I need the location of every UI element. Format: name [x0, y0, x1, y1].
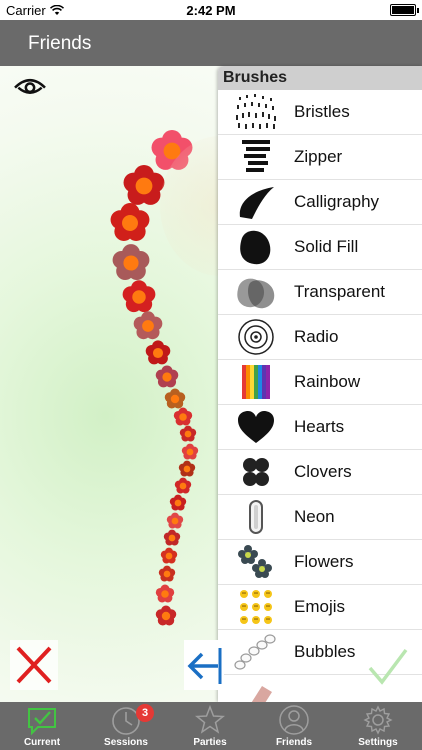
flower-mark — [158, 565, 176, 582]
brushes-panel: Brushes Bristles Zipper Calligraphy Soli… — [218, 66, 422, 702]
nav-bar: Friends — [0, 20, 422, 66]
brush-item-radio[interactable]: Radio — [218, 315, 422, 360]
transparent-icon — [237, 278, 275, 309]
flower-mark — [179, 425, 197, 442]
flower-mark — [112, 244, 150, 281]
brush-label: Bubbles — [294, 642, 356, 661]
bubbles-icon — [234, 634, 276, 670]
battery-icon — [390, 4, 419, 16]
person-icon — [279, 705, 309, 735]
flower-mark — [163, 529, 181, 546]
brush-label: Calligraphy — [294, 192, 380, 211]
tab-label: Current — [23, 737, 61, 748]
page-title: Friends — [28, 33, 92, 54]
tab-friends[interactable]: Friends — [252, 702, 336, 750]
emojis-icon — [240, 590, 272, 624]
brush-item-transparent[interactable]: Transparent — [218, 270, 422, 315]
brush-item-zipper[interactable]: Zipper — [218, 135, 422, 180]
brush-label: Zipper — [294, 147, 343, 166]
brush-label: Rainbow — [294, 372, 361, 391]
brush-label: Clovers — [294, 462, 352, 481]
brush-label: Flowers — [294, 552, 354, 571]
brush-item-solid-fill[interactable]: Solid Fill — [218, 225, 422, 270]
gear-icon — [363, 705, 393, 735]
confirm-check-icon[interactable] — [364, 640, 412, 690]
tab-bar: Current 3 Sessions Parties Friends Setti… — [0, 702, 422, 750]
flower-mark — [133, 311, 163, 340]
status-time: 2:42 PM — [186, 3, 236, 18]
neon-icon — [249, 500, 263, 534]
bristles-icon — [236, 94, 276, 129]
flower-mark — [160, 547, 178, 564]
hearts-icon — [238, 411, 274, 443]
chat-check-icon — [28, 708, 56, 736]
clovers-icon — [243, 458, 269, 486]
flowers-icon — [238, 545, 272, 578]
tab-sessions[interactable]: 3 Sessions — [84, 702, 168, 750]
eye-icon[interactable] — [10, 76, 50, 96]
brush-label: Bristles — [294, 102, 350, 121]
tab-label: Parties — [193, 737, 227, 748]
flower-mark — [155, 605, 177, 626]
calligraphy-icon — [239, 187, 274, 219]
tab-current[interactable]: Current — [0, 702, 84, 750]
flower-mark — [169, 494, 187, 511]
brush-item-bristles[interactable]: Bristles — [218, 90, 422, 135]
zipper-icon — [242, 140, 270, 172]
brushes-header: Brushes — [218, 66, 422, 90]
brush-label: Hearts — [294, 417, 345, 436]
brush-label: Emojis — [294, 597, 346, 616]
brush-label: Radio — [294, 327, 339, 346]
tab-label: Settings — [358, 737, 398, 748]
sessions-badge: 3 — [136, 704, 154, 722]
tab-parties[interactable]: Parties — [168, 702, 252, 750]
rainbow-icon — [242, 365, 270, 399]
brush-item-clovers[interactable]: Clovers — [218, 450, 422, 495]
star-icon — [194, 704, 226, 734]
flower-mark — [145, 340, 171, 365]
brush-item-neon[interactable]: Neon — [218, 495, 422, 540]
brush-item-flowers[interactable]: Flowers — [218, 540, 422, 585]
cancel-button[interactable] — [10, 640, 58, 690]
radio-icon — [238, 319, 274, 355]
brush-item-calligraphy[interactable]: Calligraphy — [218, 180, 422, 225]
flower-mark — [155, 584, 175, 603]
tab-label: Sessions — [104, 737, 148, 748]
eraser-icon — [251, 686, 272, 702]
brush-label: Transparent — [294, 282, 386, 301]
tab-settings[interactable]: Settings — [336, 702, 420, 750]
flower-mark — [110, 203, 150, 241]
brush-label: Solid Fill — [294, 237, 359, 256]
solid-fill-icon — [240, 230, 271, 265]
brush-item-rainbow[interactable]: Rainbow — [218, 360, 422, 405]
brush-item-hearts[interactable]: Hearts — [218, 405, 422, 450]
undo-arrow-icon[interactable] — [184, 640, 224, 690]
status-bar: Carrier 2:42 PM — [0, 0, 422, 20]
tab-label: Friends — [275, 737, 313, 748]
brush-label: Neon — [294, 507, 335, 526]
brush-item-emojis[interactable]: Emojis — [218, 585, 422, 630]
